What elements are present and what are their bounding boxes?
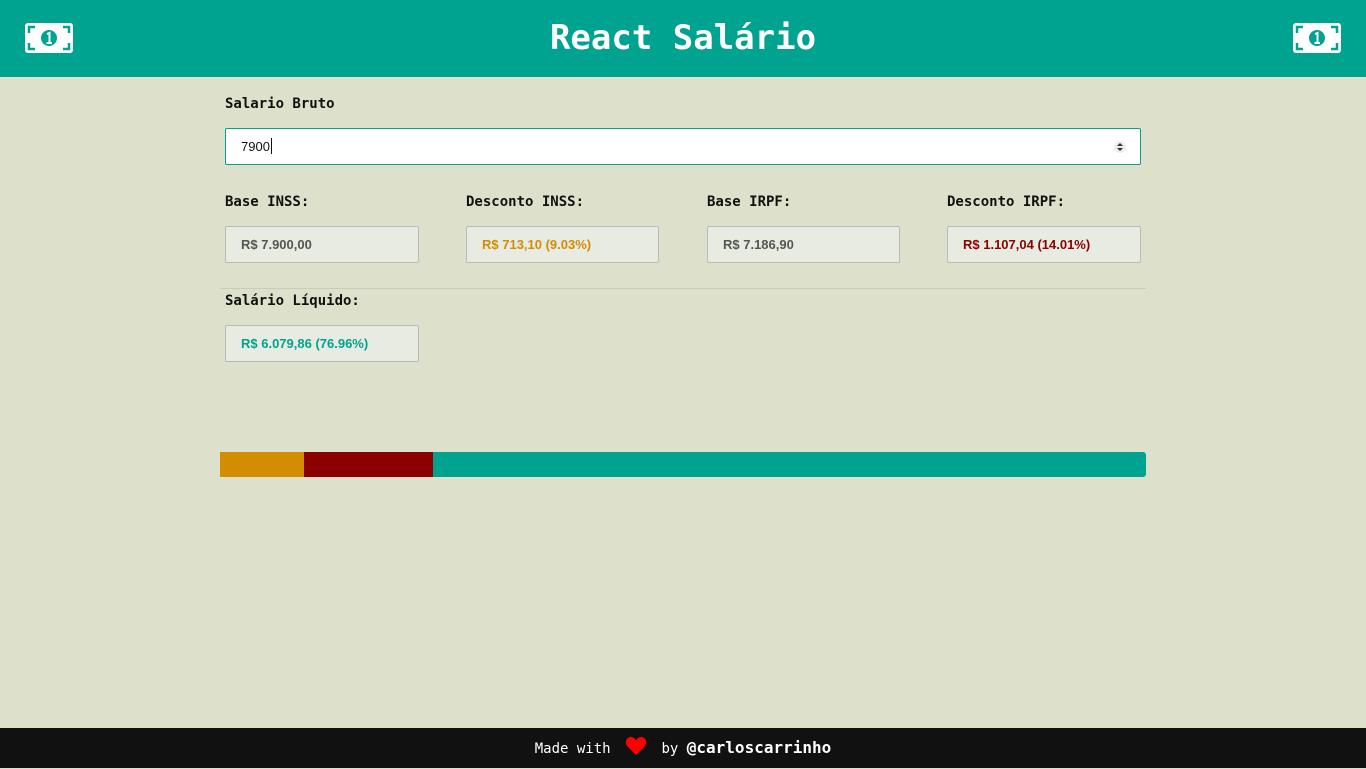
bar-segment-liquido xyxy=(433,452,1146,477)
app-footer: Made with by @carloscarrinho xyxy=(0,728,1366,768)
salary-distribution-bar xyxy=(220,452,1146,477)
base-irpf-field: R$ 7.186,90 xyxy=(707,226,900,263)
desconto-irpf-label: Desconto IRPF: xyxy=(947,194,1066,210)
footer-made-with: Made with xyxy=(534,741,611,757)
base-irpf-value: R$ 7.186,90 xyxy=(723,237,794,252)
section-divider xyxy=(220,288,1146,289)
base-irpf-label: Base IRPF: xyxy=(707,194,792,210)
money-bill-icon xyxy=(1293,23,1341,53)
net-salary-value: R$ 6.079,86 (76.96%) xyxy=(241,336,369,351)
app-header: React Salário xyxy=(0,0,1366,77)
base-inss-field: R$ 7.900,00 xyxy=(225,226,419,263)
base-inss-value: R$ 7.900,00 xyxy=(241,237,312,252)
gross-salary-input[interactable]: 7900 xyxy=(225,128,1141,165)
footer-by: by xyxy=(661,741,679,757)
gross-salary-label: Salario Bruto xyxy=(225,96,335,112)
gross-salary-value: 7900 xyxy=(241,139,270,154)
desconto-irpf-field: R$ 1.107,04 (14.01%) xyxy=(947,226,1141,263)
base-inss-label: Base INSS: xyxy=(225,194,310,210)
desconto-irpf-value: R$ 1.107,04 (14.01%) xyxy=(963,237,1091,252)
desconto-inss-field: R$ 713,10 (9.03%) xyxy=(466,226,659,263)
spinner-arrows-icon[interactable] xyxy=(1114,140,1126,154)
heart-icon xyxy=(625,736,647,755)
desconto-inss-label: Desconto INSS: xyxy=(466,194,585,210)
net-salary-label: Salário Líquido: xyxy=(225,293,360,309)
text-caret xyxy=(271,138,272,154)
desconto-inss-value: R$ 713,10 (9.03%) xyxy=(482,237,592,252)
page-title: React Salário xyxy=(549,18,817,58)
bar-segment-irpf xyxy=(303,452,434,477)
net-salary-field: R$ 6.079,86 (76.96%) xyxy=(225,325,419,362)
bar-segment-inss xyxy=(220,452,304,477)
footer-author-link[interactable]: @carloscarrinho xyxy=(687,738,832,757)
